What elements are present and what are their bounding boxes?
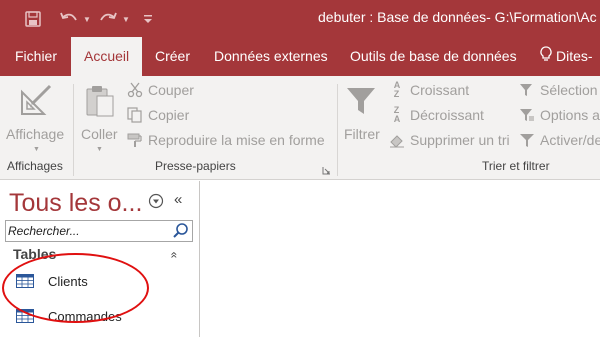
navigation-pane: Tous les o... « Tables « Clients Command…: [0, 181, 200, 337]
croissant-label: Croissant: [410, 82, 470, 98]
nav-pane-menu-icon[interactable]: [148, 193, 164, 209]
search-icon[interactable]: [172, 222, 190, 240]
redo-icon[interactable]: [97, 9, 119, 29]
clear-sort-icon: [388, 131, 406, 149]
tab-creer[interactable]: Créer: [155, 37, 190, 76]
filtrer-button[interactable]: Filtrer: [341, 80, 383, 158]
toggle-filter-icon: [518, 131, 536, 149]
tab-donnees-externes[interactable]: Données externes: [214, 37, 328, 76]
affichage-button[interactable]: Affichage ▼: [4, 80, 68, 158]
view-design-icon: [18, 82, 54, 118]
activer-label: Activer/de: [540, 132, 600, 148]
filter-icon: [345, 86, 377, 118]
selection-filter-icon: [518, 81, 536, 99]
dialog-launcher-icon[interactable]: [322, 162, 332, 175]
sort-descending-icon: ZA: [393, 105, 401, 124]
advanced-filter-icon: [518, 106, 536, 124]
nav-item-label: Clients: [48, 273, 88, 289]
decroissant-label: Décroissant: [410, 107, 484, 123]
affichage-dropdown-icon: ▼: [33, 146, 40, 153]
group-label-trier-filtrer: Trier et filtrer: [482, 159, 550, 173]
affichage-label: Affichage: [6, 126, 65, 142]
couper-button[interactable]: Couper: [126, 80, 194, 100]
window-title: debuter : Base de données- G:\Formation\…: [318, 9, 597, 25]
coller-label: Coller: [81, 126, 118, 142]
nav-item-clients[interactable]: Clients: [16, 270, 88, 292]
group-label-affichages: Affichages: [7, 159, 63, 173]
search-box: [5, 220, 193, 242]
lightbulb-icon: [540, 38, 552, 77]
options-avancees-button[interactable]: Options a: [518, 105, 600, 125]
filtrer-label: Filtrer: [344, 126, 380, 142]
group-label-presse-papiers: Presse-papiers: [155, 159, 236, 173]
collapse-pane-icon[interactable]: «: [174, 191, 182, 208]
format-painter-icon: [126, 131, 144, 149]
couper-label: Couper: [148, 82, 194, 98]
workspace-area: [201, 181, 600, 337]
undo-icon[interactable]: [58, 9, 80, 29]
supprimer-tri-button[interactable]: Supprimer un tri: [388, 130, 510, 150]
reproduire-label: Reproduire la mise en forme: [148, 132, 325, 148]
table-icon: [16, 309, 34, 323]
collapse-section-icon[interactable]: «: [167, 252, 181, 259]
group-separator: [337, 84, 338, 176]
ribbon-tabs: Fichier Accueil Créer Données externes O…: [0, 37, 600, 76]
clipboard-icon: [84, 84, 116, 118]
selection-button[interactable]: Sélection: [518, 80, 598, 100]
redo-dropdown-icon[interactable]: ▼: [121, 9, 131, 29]
sort-ascending-icon: AZ: [393, 80, 401, 99]
coller-dropdown-icon: ▼: [96, 146, 103, 153]
section-header-tables[interactable]: Tables: [13, 246, 56, 262]
table-icon: [16, 274, 34, 288]
reproduire-mise-en-forme-button[interactable]: Reproduire la mise en forme: [126, 130, 325, 150]
supprimer-tri-label: Supprimer un tri: [410, 132, 510, 148]
ribbon: Affichage ▼ Affichages Coller ▼ Couper C…: [0, 76, 600, 180]
copier-label: Copier: [148, 107, 190, 123]
undo-dropdown-icon[interactable]: ▼: [82, 9, 92, 29]
coller-button[interactable]: Coller ▼: [78, 80, 122, 158]
selection-label: Sélection: [540, 82, 598, 98]
search-input[interactable]: [8, 222, 168, 240]
decroissant-button[interactable]: ZA Décroissant: [388, 105, 484, 125]
group-separator: [73, 84, 74, 176]
tab-dites-moi[interactable]: Dites-: [540, 37, 593, 76]
nav-item-commandes[interactable]: Commandes: [16, 305, 122, 327]
copier-button[interactable]: Copier: [126, 105, 189, 125]
title-bar: ▼ ▼ debuter : Base de données- G:\Format…: [0, 0, 600, 37]
copy-icon: [126, 106, 144, 124]
tab-outils-base-de-donnees[interactable]: Outils de base de données: [350, 37, 517, 76]
save-icon[interactable]: [23, 9, 43, 29]
options-label: Options a: [540, 107, 600, 123]
tab-accueil[interactable]: Accueil: [71, 37, 143, 76]
nav-item-label: Commandes: [48, 308, 122, 324]
activer-desactiver-filtre-button[interactable]: Activer/de: [518, 130, 600, 150]
croissant-button[interactable]: AZ Croissant: [388, 80, 469, 100]
nav-pane-title[interactable]: Tous les o...: [9, 189, 142, 218]
scissors-icon: [126, 81, 144, 99]
tab-dites-moi-label: Dites-: [556, 48, 593, 64]
tab-fichier[interactable]: Fichier: [15, 37, 57, 76]
customize-qat-icon[interactable]: [141, 9, 155, 29]
